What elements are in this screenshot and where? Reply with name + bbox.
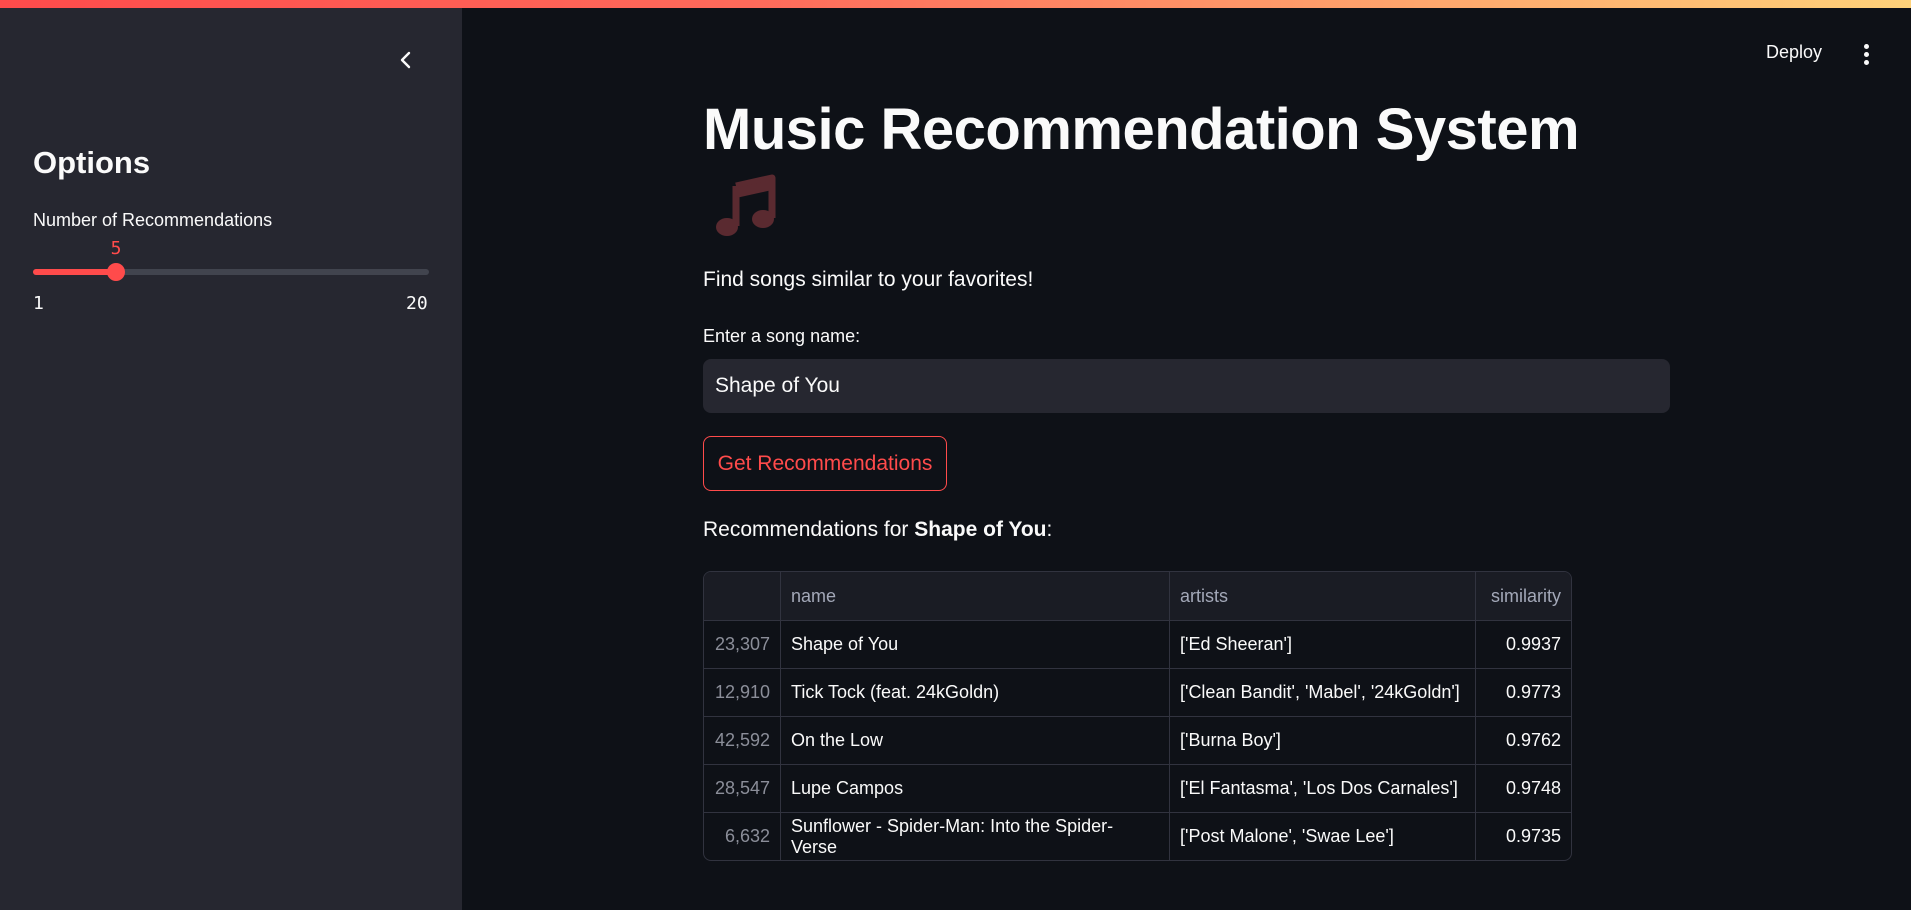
- cell-name[interactable]: Shape of You: [780, 620, 1170, 669]
- table-row[interactable]: 23,307 Shape of You ['Ed Sheeran'] 0.993…: [704, 620, 1571, 669]
- cell-name[interactable]: Lupe Campos: [780, 764, 1170, 813]
- chevron-left-icon: [400, 51, 411, 69]
- get-recommendations-button[interactable]: Get Recommendations: [703, 436, 947, 491]
- cell-similarity[interactable]: 0.9773: [1475, 668, 1571, 717]
- table-row[interactable]: 42,592 On the Low ['Burna Boy'] 0.9762: [704, 716, 1571, 765]
- more-vertical-icon: [1863, 43, 1869, 49]
- slider-min-label: 1: [33, 293, 44, 314]
- row-index: 12,910: [704, 668, 781, 717]
- row-index: 42,592: [704, 716, 781, 765]
- slider-fill: [33, 269, 116, 275]
- cell-name[interactable]: Tick Tock (feat. 24kGoldn): [780, 668, 1170, 717]
- slider-label: Number of Recommendations: [33, 210, 273, 230]
- recommendations-heading: Recommendations for Shape of You:: [703, 518, 1053, 541]
- table-row[interactable]: 12,910 Tick Tock (feat. 24kGoldn) ['Clea…: [704, 668, 1571, 717]
- recommendations-table[interactable]: name artists similarity 23,307 Shape of …: [703, 571, 1572, 861]
- main-menu-button[interactable]: [1856, 38, 1876, 70]
- cell-name[interactable]: On the Low: [780, 716, 1170, 765]
- top-decoration-bar: [0, 0, 1911, 8]
- table-row[interactable]: 28,547 Lupe Campos ['El Fantasma', 'Los …: [704, 764, 1571, 813]
- page-subtitle: Find songs similar to your favorites!: [703, 268, 1034, 291]
- cell-similarity[interactable]: 0.9735: [1476, 813, 1572, 861]
- slider-thumb[interactable]: [107, 263, 125, 281]
- song-name-input[interactable]: [703, 359, 1670, 413]
- slider-max-label: 20: [406, 293, 428, 314]
- cell-artists[interactable]: ['Ed Sheeran']: [1169, 620, 1476, 669]
- cell-name[interactable]: Sunflower - Spider-Man: Into the Spider-…: [780, 812, 1170, 860]
- column-header-similarity[interactable]: similarity: [1475, 572, 1571, 621]
- page-title: Music Recommendation System: [703, 97, 1580, 162]
- cell-artists[interactable]: ['El Fantasma', 'Los Dos Carnales']: [1169, 764, 1476, 813]
- row-index: 6,632: [704, 812, 781, 860]
- column-header-index[interactable]: [704, 572, 781, 621]
- table-row[interactable]: 6,632 Sunflower - Spider-Man: Into the S…: [704, 812, 1572, 861]
- cell-artists[interactable]: ['Clean Bandit', 'Mabel', '24kGoldn']: [1169, 668, 1476, 717]
- song-input-label: Enter a song name:: [703, 326, 861, 346]
- collapse-sidebar-button[interactable]: [392, 46, 420, 74]
- table-header-row: name artists similarity: [704, 572, 1571, 621]
- sidebar-title: Options: [33, 145, 151, 180]
- slider-current-value: 5: [110, 238, 122, 259]
- row-index: 23,307: [704, 620, 781, 669]
- row-index: 28,547: [704, 764, 781, 813]
- column-header-artists[interactable]: artists: [1169, 572, 1476, 621]
- recommendations-song-name: Shape of You: [914, 518, 1047, 541]
- column-header-name[interactable]: name: [780, 572, 1170, 621]
- music-note-icon: [716, 174, 776, 236]
- recommendations-slider[interactable]: [33, 263, 429, 281]
- sidebar: Options Number of Recommendations 5 1 20: [0, 0, 462, 910]
- cell-artists[interactable]: ['Burna Boy']: [1169, 716, 1476, 765]
- cell-similarity[interactable]: 0.9762: [1475, 716, 1571, 765]
- cell-artists[interactable]: ['Post Malone', 'Swae Lee']: [1169, 812, 1476, 860]
- deploy-button[interactable]: Deploy: [1766, 42, 1822, 63]
- cell-similarity[interactable]: 0.9937: [1475, 620, 1571, 669]
- cell-similarity[interactable]: 0.9748: [1475, 764, 1571, 813]
